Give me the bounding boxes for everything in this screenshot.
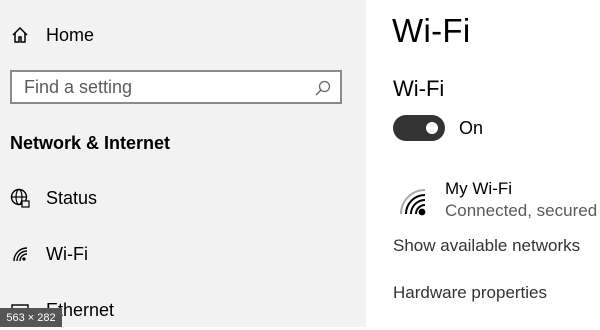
search-icon[interactable] (314, 79, 332, 97)
sidebar: Home Network & Internet Status (0, 0, 366, 327)
search-box[interactable] (10, 70, 342, 104)
nav-item-wifi[interactable]: Wi-Fi (0, 234, 366, 274)
nav-item-status[interactable]: Status (0, 178, 366, 218)
toggle-knob (426, 122, 438, 134)
hardware-properties-link[interactable]: Hardware properties (393, 283, 547, 303)
network-name: My Wi-Fi (445, 179, 513, 198)
nav-item-label: Wi-Fi (46, 243, 88, 264)
wifi-toggle[interactable] (393, 115, 445, 141)
globe-icon (9, 187, 31, 209)
size-badge: 563 × 282 (0, 308, 62, 327)
nav-home[interactable]: Home (0, 15, 366, 55)
network-status: Connected, secured (445, 201, 598, 220)
nav-home-label: Home (46, 24, 95, 45)
nav-item-label: Status (46, 187, 98, 208)
network-item[interactable]: My Wi-Fi Connected, secured (393, 178, 600, 224)
section-header: Network & Internet (10, 133, 171, 153)
home-icon (9, 24, 31, 46)
page-title: Wi-Fi (392, 12, 471, 49)
show-available-networks-link[interactable]: Show available networks (393, 236, 580, 256)
wifi-section-title: Wi-Fi (393, 76, 445, 101)
toggle-state-label: On (459, 118, 484, 138)
wifi-icon (9, 243, 31, 265)
wifi-signal-icon (397, 184, 431, 218)
search-input[interactable] (12, 72, 306, 102)
